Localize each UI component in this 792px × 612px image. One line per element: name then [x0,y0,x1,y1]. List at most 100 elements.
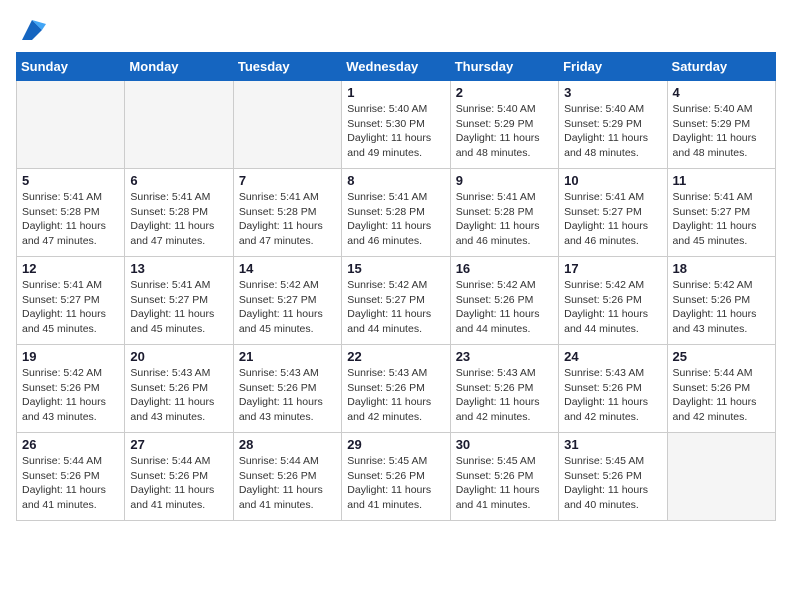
calendar-week-row: 5 Sunrise: 5:41 AMSunset: 5:28 PMDaylight… [17,169,776,257]
day-header-thursday: Thursday [450,53,558,81]
day-number: 27 [130,437,227,452]
cell-info: Sunrise: 5:44 AMSunset: 5:26 PMDaylight:… [239,454,336,513]
day-number: 10 [564,173,661,188]
logo-icon [18,16,46,44]
calendar-week-row: 1 Sunrise: 5:40 AMSunset: 5:30 PMDaylight… [17,81,776,169]
calendar-week-row: 12 Sunrise: 5:41 AMSunset: 5:27 PMDayligh… [17,257,776,345]
day-number: 25 [673,349,770,364]
day-number: 21 [239,349,336,364]
day-number: 11 [673,173,770,188]
calendar-cell: 30Sunrise: 5:45 AMSunset: 5:26 PMDayligh… [450,433,558,521]
calendar-cell: 22Sunrise: 5:43 AMSunset: 5:26 PMDayligh… [342,345,450,433]
day-number: 14 [239,261,336,276]
day-number: 26 [22,437,119,452]
cell-info: Sunrise: 5:45 AMSunset: 5:26 PMDaylight:… [347,454,444,513]
calendar-cell: 2 Sunrise: 5:40 AMSunset: 5:29 PMDaylight… [450,81,558,169]
day-number: 18 [673,261,770,276]
cell-info: Sunrise: 5:41 AMSunset: 5:27 PMDaylight:… [130,278,227,337]
calendar-cell: 17Sunrise: 5:42 AMSunset: 5:26 PMDayligh… [559,257,667,345]
cell-info: Sunrise: 5:44 AMSunset: 5:26 PMDaylight:… [130,454,227,513]
day-number: 12 [22,261,119,276]
cell-info: Sunrise: 5:41 AMSunset: 5:27 PMDaylight:… [673,190,770,249]
day-number: 1 [347,85,444,100]
calendar-cell: 9 Sunrise: 5:41 AMSunset: 5:28 PMDaylight… [450,169,558,257]
cell-info: Sunrise: 5:40 AMSunset: 5:29 PMDaylight:… [673,102,770,161]
calendar-cell: 18 Sunrise: 5:42 AMSunset: 5:26 PMDayligh… [667,257,775,345]
calendar-cell [667,433,775,521]
day-number: 5 [22,173,119,188]
calendar-cell: 20 Sunrise: 5:43 AMSunset: 5:26 PMDayligh… [125,345,233,433]
calendar-cell: 21 Sunrise: 5:43 AMSunset: 5:26 PMDayligh… [233,345,341,433]
calendar-cell: 6 Sunrise: 5:41 AMSunset: 5:28 PMDaylight… [125,169,233,257]
calendar-cell: 8 Sunrise: 5:41 AMSunset: 5:28 PMDaylight… [342,169,450,257]
calendar-cell [233,81,341,169]
day-number: 8 [347,173,444,188]
day-number: 16 [456,261,553,276]
cell-info: Sunrise: 5:43 AMSunset: 5:26 PMDaylight:… [130,366,227,425]
calendar-cell: 1 Sunrise: 5:40 AMSunset: 5:30 PMDaylight… [342,81,450,169]
cell-info: Sunrise: 5:44 AMSunset: 5:26 PMDaylight:… [673,366,770,425]
cell-info: Sunrise: 5:40 AMSunset: 5:30 PMDaylight:… [347,102,444,161]
day-number: 23 [456,349,553,364]
calendar-cell: 16 Sunrise: 5:42 AMSunset: 5:26 PMDayligh… [450,257,558,345]
calendar-cell: 5 Sunrise: 5:41 AMSunset: 5:28 PMDaylight… [17,169,125,257]
cell-info: Sunrise: 5:41 AMSunset: 5:28 PMDaylight:… [347,190,444,249]
day-header-wednesday: Wednesday [342,53,450,81]
day-header-tuesday: Tuesday [233,53,341,81]
cell-info: Sunrise: 5:41 AMSunset: 5:28 PMDaylight:… [239,190,336,249]
page-header [16,16,776,44]
cell-info: Sunrise: 5:41 AMSunset: 5:28 PMDaylight:… [130,190,227,249]
calendar-cell: 28 Sunrise: 5:44 AMSunset: 5:26 PMDayligh… [233,433,341,521]
day-number: 28 [239,437,336,452]
cell-info: Sunrise: 5:41 AMSunset: 5:28 PMDaylight:… [22,190,119,249]
cell-info: Sunrise: 5:40 AMSunset: 5:29 PMDaylight:… [456,102,553,161]
calendar-week-row: 19 Sunrise: 5:42 AMSunset: 5:26 PMDayligh… [17,345,776,433]
calendar-cell: 11 Sunrise: 5:41 AMSunset: 5:27 PMDayligh… [667,169,775,257]
calendar-cell: 23Sunrise: 5:43 AMSunset: 5:26 PMDayligh… [450,345,558,433]
calendar-table: SundayMondayTuesdayWednesdayThursdayFrid… [16,52,776,521]
cell-info: Sunrise: 5:41 AMSunset: 5:28 PMDaylight:… [456,190,553,249]
cell-info: Sunrise: 5:42 AMSunset: 5:26 PMDaylight:… [673,278,770,337]
calendar-cell: 15 Sunrise: 5:42 AMSunset: 5:27 PMDayligh… [342,257,450,345]
cell-info: Sunrise: 5:41 AMSunset: 5:27 PMDaylight:… [22,278,119,337]
cell-info: Sunrise: 5:42 AMSunset: 5:27 PMDaylight:… [239,278,336,337]
calendar-cell: 19 Sunrise: 5:42 AMSunset: 5:26 PMDayligh… [17,345,125,433]
cell-info: Sunrise: 5:42 AMSunset: 5:26 PMDaylight:… [22,366,119,425]
day-number: 15 [347,261,444,276]
calendar-cell: 10 Sunrise: 5:41 AMSunset: 5:27 PMDayligh… [559,169,667,257]
day-number: 2 [456,85,553,100]
calendar-cell: 26 Sunrise: 5:44 AMSunset: 5:26 PMDayligh… [17,433,125,521]
cell-info: Sunrise: 5:45 AMSunset: 5:26 PMDaylight:… [456,454,553,513]
calendar-cell: 12 Sunrise: 5:41 AMSunset: 5:27 PMDayligh… [17,257,125,345]
day-number: 29 [347,437,444,452]
day-number: 19 [22,349,119,364]
day-number: 22 [347,349,444,364]
cell-info: Sunrise: 5:45 AMSunset: 5:26 PMDaylight:… [564,454,661,513]
cell-info: Sunrise: 5:42 AMSunset: 5:27 PMDaylight:… [347,278,444,337]
calendar-cell: 3Sunrise: 5:40 AMSunset: 5:29 PMDaylight… [559,81,667,169]
cell-info: Sunrise: 5:42 AMSunset: 5:26 PMDaylight:… [564,278,661,337]
cell-info: Sunrise: 5:40 AMSunset: 5:29 PMDaylight:… [564,102,661,161]
day-number: 9 [456,173,553,188]
calendar-cell: 14 Sunrise: 5:42 AMSunset: 5:27 PMDayligh… [233,257,341,345]
day-number: 4 [673,85,770,100]
calendar-cell: 25 Sunrise: 5:44 AMSunset: 5:26 PMDayligh… [667,345,775,433]
day-number: 7 [239,173,336,188]
logo [16,16,46,44]
calendar-cell [17,81,125,169]
calendar-cell [125,81,233,169]
cell-info: Sunrise: 5:44 AMSunset: 5:26 PMDaylight:… [22,454,119,513]
day-header-monday: Monday [125,53,233,81]
calendar-cell: 7 Sunrise: 5:41 AMSunset: 5:28 PMDaylight… [233,169,341,257]
calendar-cell: 27 Sunrise: 5:44 AMSunset: 5:26 PMDayligh… [125,433,233,521]
day-number: 6 [130,173,227,188]
day-header-friday: Friday [559,53,667,81]
day-number: 24 [564,349,661,364]
day-number: 20 [130,349,227,364]
cell-info: Sunrise: 5:43 AMSunset: 5:26 PMDaylight:… [564,366,661,425]
cell-info: Sunrise: 5:42 AMSunset: 5:26 PMDaylight:… [456,278,553,337]
cell-info: Sunrise: 5:41 AMSunset: 5:27 PMDaylight:… [564,190,661,249]
day-header-sunday: Sunday [17,53,125,81]
calendar-cell: 29 Sunrise: 5:45 AMSunset: 5:26 PMDayligh… [342,433,450,521]
cell-info: Sunrise: 5:43 AMSunset: 5:26 PMDaylight:… [239,366,336,425]
